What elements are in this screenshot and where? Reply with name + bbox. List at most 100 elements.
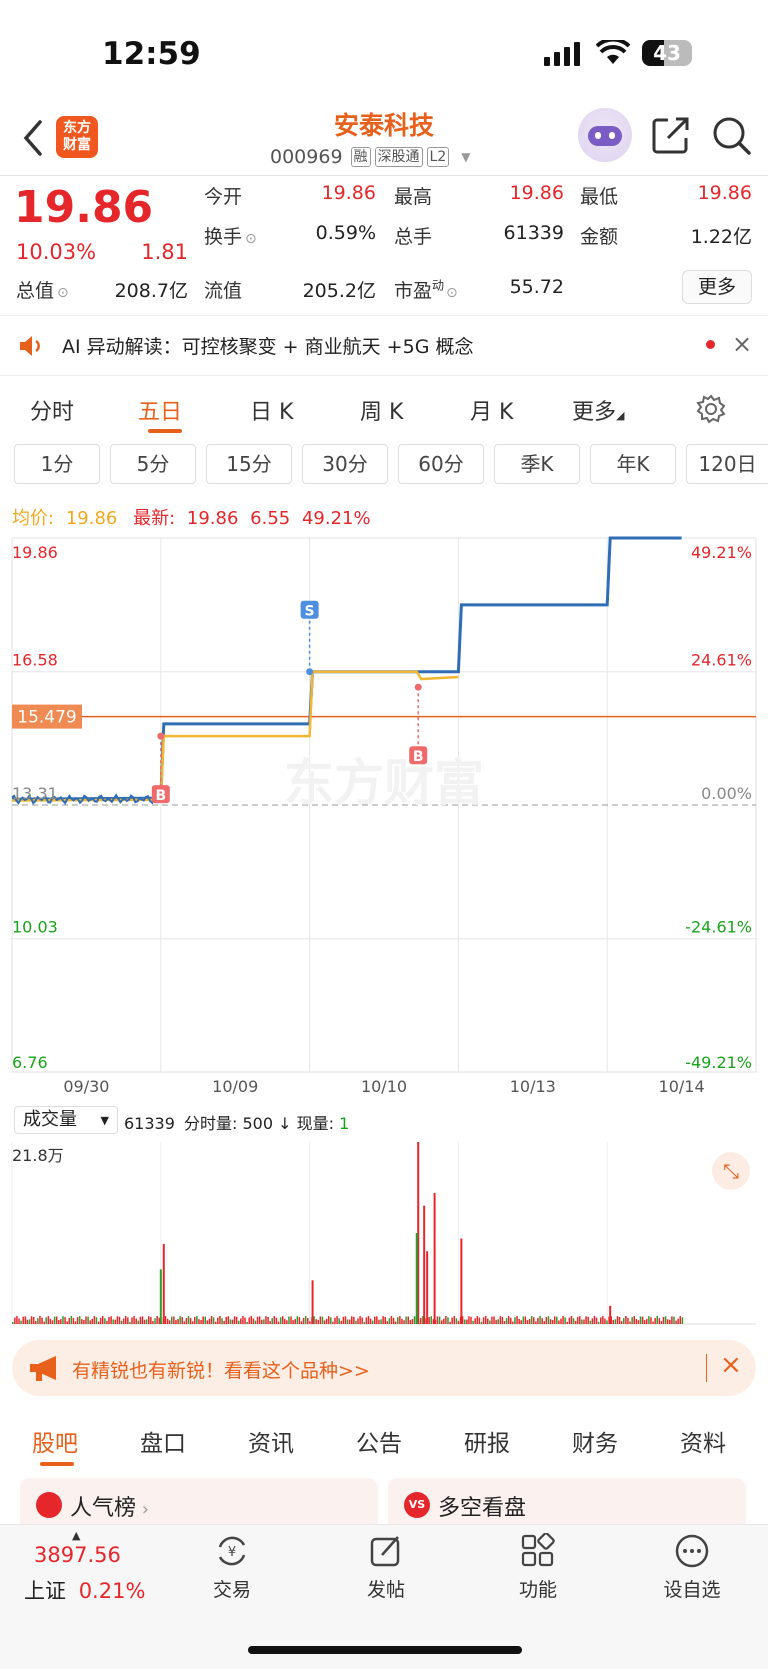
close-icon[interactable]: × [732, 330, 752, 358]
volume-bar [378, 1319, 380, 1324]
volume-bar [150, 1316, 152, 1324]
tab-daily-k[interactable]: 日 K [250, 394, 293, 426]
interval-60m[interactable]: 60分 [398, 444, 484, 484]
interval-15m[interactable]: 15分 [206, 444, 292, 484]
volume-bar [447, 1317, 449, 1324]
tab-announcements[interactable]: 公告 [356, 1424, 402, 1458]
volume-bar [14, 1317, 16, 1324]
interval-5m[interactable]: 5分 [110, 444, 196, 484]
tab-research[interactable]: 研报 [464, 1424, 510, 1458]
interval-120d[interactable]: 120日 [686, 444, 768, 484]
volume-bar [212, 1317, 215, 1324]
volume-bar [70, 1316, 73, 1324]
tab-five-day[interactable]: 五日 [138, 394, 182, 426]
expand-icon[interactable]: ⤡ [712, 1152, 750, 1190]
volume-bar [407, 1316, 409, 1324]
search-icon[interactable] [712, 116, 752, 156]
volume-bar [599, 1317, 602, 1324]
volume-bar [288, 1316, 290, 1324]
volume-bar [336, 1316, 338, 1324]
volume-bar [656, 1316, 658, 1324]
volume-bar [175, 1320, 177, 1324]
volume-bar [510, 1317, 512, 1324]
active-tab-indicator [148, 429, 182, 433]
tab-forum[interactable]: 股吧 [32, 1424, 78, 1458]
volume-bar [338, 1318, 340, 1324]
promo-banner[interactable]: 有精锐也有新锐！看看这个品种>> × [12, 1340, 756, 1396]
nav-trade-label[interactable]: 交易 [192, 1575, 272, 1602]
volume-bar [585, 1316, 587, 1324]
bull-bear-title: 多空看盘 [438, 1496, 527, 1521]
caret-up-icon: ▲ [72, 1529, 81, 1542]
volume-bar [248, 1317, 250, 1324]
volume-bar [399, 1316, 401, 1324]
volume-bar [428, 1317, 430, 1324]
volume-bar [60, 1319, 62, 1324]
volume-bar [625, 1316, 627, 1324]
volume-bar [317, 1319, 320, 1324]
x-tick: 10/09 [212, 1077, 258, 1096]
nav-post-label[interactable]: 发帖 [346, 1575, 426, 1602]
interval-1m[interactable]: 1分 [14, 444, 100, 484]
volume-bar [587, 1316, 589, 1324]
volume-bar [390, 1316, 393, 1324]
trade-marker-dot [306, 668, 314, 676]
volume-bar [507, 1316, 510, 1324]
volume-bar [210, 1316, 213, 1324]
share-icon[interactable] [652, 116, 690, 154]
tab-weekly-k[interactable]: 周 K [360, 394, 403, 426]
volume-bar [240, 1318, 242, 1324]
index-name: 上证 [24, 1579, 66, 1603]
function-grid-icon[interactable] [520, 1533, 556, 1569]
volume-bar [433, 1192, 436, 1324]
five-day-chart[interactable]: 东方财富 B S B 19.86 49.21% 16.58 24.61% 13.31 0.00… [0, 530, 768, 1100]
volume-bar [386, 1321, 389, 1324]
volume-bar [122, 1318, 125, 1324]
bottom-nav: ▲ 3897.56 上证 0.21% ¥ 交易 发帖 功能 设自选 [0, 1524, 768, 1669]
nav-function-label[interactable]: 功能 [498, 1575, 578, 1602]
settings-icon[interactable] [696, 394, 726, 424]
volume-bar [217, 1317, 219, 1324]
volume-bar [549, 1319, 552, 1324]
now-volume-value: 1 [339, 1114, 350, 1133]
interval-quarter-k[interactable]: 季K [494, 444, 580, 484]
tab-monthly-k[interactable]: 月 K [470, 394, 513, 426]
volume-bar [35, 1321, 37, 1324]
interval-year-k[interactable]: 年K [590, 444, 676, 484]
y-left-tick: 6.76 [12, 1053, 48, 1072]
volume-bar [166, 1318, 169, 1324]
trade-icon[interactable]: ¥ [214, 1533, 250, 1569]
volume-bar [99, 1317, 102, 1324]
volume-bar [250, 1316, 253, 1324]
tab-orderbook[interactable]: 盘口 [140, 1424, 186, 1458]
volume-bar [530, 1316, 533, 1324]
volume-bar [574, 1320, 577, 1324]
high-value: 19.86 [509, 182, 564, 204]
ai-insight-bar[interactable]: AI 异动解读：可控核聚变 + 商业航天 +5G 概念 × [0, 316, 768, 376]
tab-news[interactable]: 资讯 [248, 1424, 294, 1458]
tab-finance[interactable]: 财务 [572, 1424, 618, 1458]
volume-bar [120, 1320, 123, 1324]
volume-chart[interactable] [0, 1136, 768, 1330]
tab-more[interactable]: 更多◢ [572, 394, 624, 426]
volume-bar [256, 1316, 259, 1324]
close-icon[interactable]: × [720, 1350, 742, 1380]
post-icon[interactable] [368, 1533, 404, 1569]
assistant-avatar[interactable] [578, 108, 632, 162]
float-value-label: 流值 [204, 280, 243, 302]
volume-bar [93, 1316, 96, 1324]
more-dots-icon[interactable] [674, 1533, 710, 1569]
more-quote-button[interactable]: 更多 [682, 270, 752, 304]
svg-text:¥: ¥ [228, 1545, 236, 1560]
pe-label: 市盈动 ⊙ [394, 278, 458, 302]
tab-intraday[interactable]: 分时 [30, 394, 74, 426]
tab-profile[interactable]: 资料 [680, 1424, 726, 1458]
index-ticker[interactable]: 上证 0.21% [24, 1575, 145, 1605]
stock-subtitle[interactable]: 000969 融 深股通 L2 ▼ [270, 146, 470, 168]
indicator-select[interactable]: 成交量 ▼ [14, 1106, 118, 1134]
nav-watchlist-label[interactable]: 设自选 [652, 1575, 732, 1602]
volume-bar [275, 1317, 278, 1324]
volume-bar [493, 1316, 495, 1324]
volume-bar [620, 1321, 623, 1324]
interval-30m[interactable]: 30分 [302, 444, 388, 484]
